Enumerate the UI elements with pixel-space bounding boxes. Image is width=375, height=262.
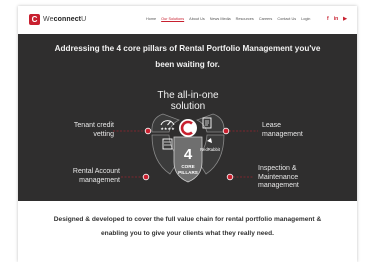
top-nav: C WeconnectU Home Our Solutions About Us… bbox=[18, 6, 357, 34]
youtube-icon[interactable]: ▶ bbox=[343, 16, 347, 22]
nav-about-us[interactable]: About Us bbox=[189, 17, 205, 21]
dot-inspection bbox=[226, 173, 234, 181]
nav-login[interactable]: Login bbox=[301, 17, 310, 21]
facebook-icon[interactable]: f bbox=[327, 16, 329, 22]
value-statement-line2: enabling you to give your clients what t… bbox=[101, 230, 274, 237]
solution-title-line1: The all-in-one bbox=[157, 90, 219, 101]
nav-resources[interactable]: Resources bbox=[236, 17, 254, 21]
logo[interactable]: C WeconnectU bbox=[29, 14, 86, 25]
hero-section: Addressing the 4 core pillars of Rental … bbox=[18, 34, 357, 201]
logo-text: WeconnectU bbox=[43, 16, 87, 23]
pillar-label-lease: Lease management bbox=[262, 122, 303, 138]
page-frame: C WeconnectU Home Our Solutions About Us… bbox=[18, 6, 357, 262]
logo-mark: C bbox=[29, 14, 40, 25]
nav-careers[interactable]: Careers bbox=[259, 17, 273, 21]
center-number: 4 bbox=[184, 146, 193, 163]
solution-title-line2: solution bbox=[171, 101, 205, 112]
value-statement-line1: Designed & developed to cover the full v… bbox=[53, 216, 322, 223]
dot-tenant bbox=[144, 127, 152, 135]
nav-home[interactable]: Home bbox=[146, 17, 156, 21]
redrabbit-label: RedRabbit bbox=[200, 147, 221, 152]
linkedin-icon[interactable]: in bbox=[334, 16, 338, 22]
pillar-label-tenant-credit: Tenant credit vetting bbox=[73, 122, 114, 138]
center-label-pillars: PILLARS bbox=[178, 170, 198, 175]
social-links: f in ▶ bbox=[327, 16, 347, 22]
dot-rental bbox=[142, 173, 150, 181]
segment-lease bbox=[196, 113, 225, 133]
main-menu: Home Our Solutions About Us News Media R… bbox=[146, 17, 310, 21]
nav-contact-us[interactable]: Contact Us bbox=[277, 17, 296, 21]
nav-news-media[interactable]: News Media bbox=[210, 17, 231, 21]
center-label-core: CORE bbox=[181, 164, 194, 169]
svg-text:★★★★: ★★★★ bbox=[160, 126, 175, 131]
pillar-label-inspection: Inspection & Maintenance management bbox=[258, 165, 299, 189]
nav-our-solutions[interactable]: Our Solutions bbox=[161, 17, 184, 21]
value-statement: Designed & developed to cover the full v… bbox=[18, 213, 357, 241]
dot-lease bbox=[222, 127, 230, 135]
pillar-label-rental-account: Rental Account management bbox=[72, 168, 120, 184]
